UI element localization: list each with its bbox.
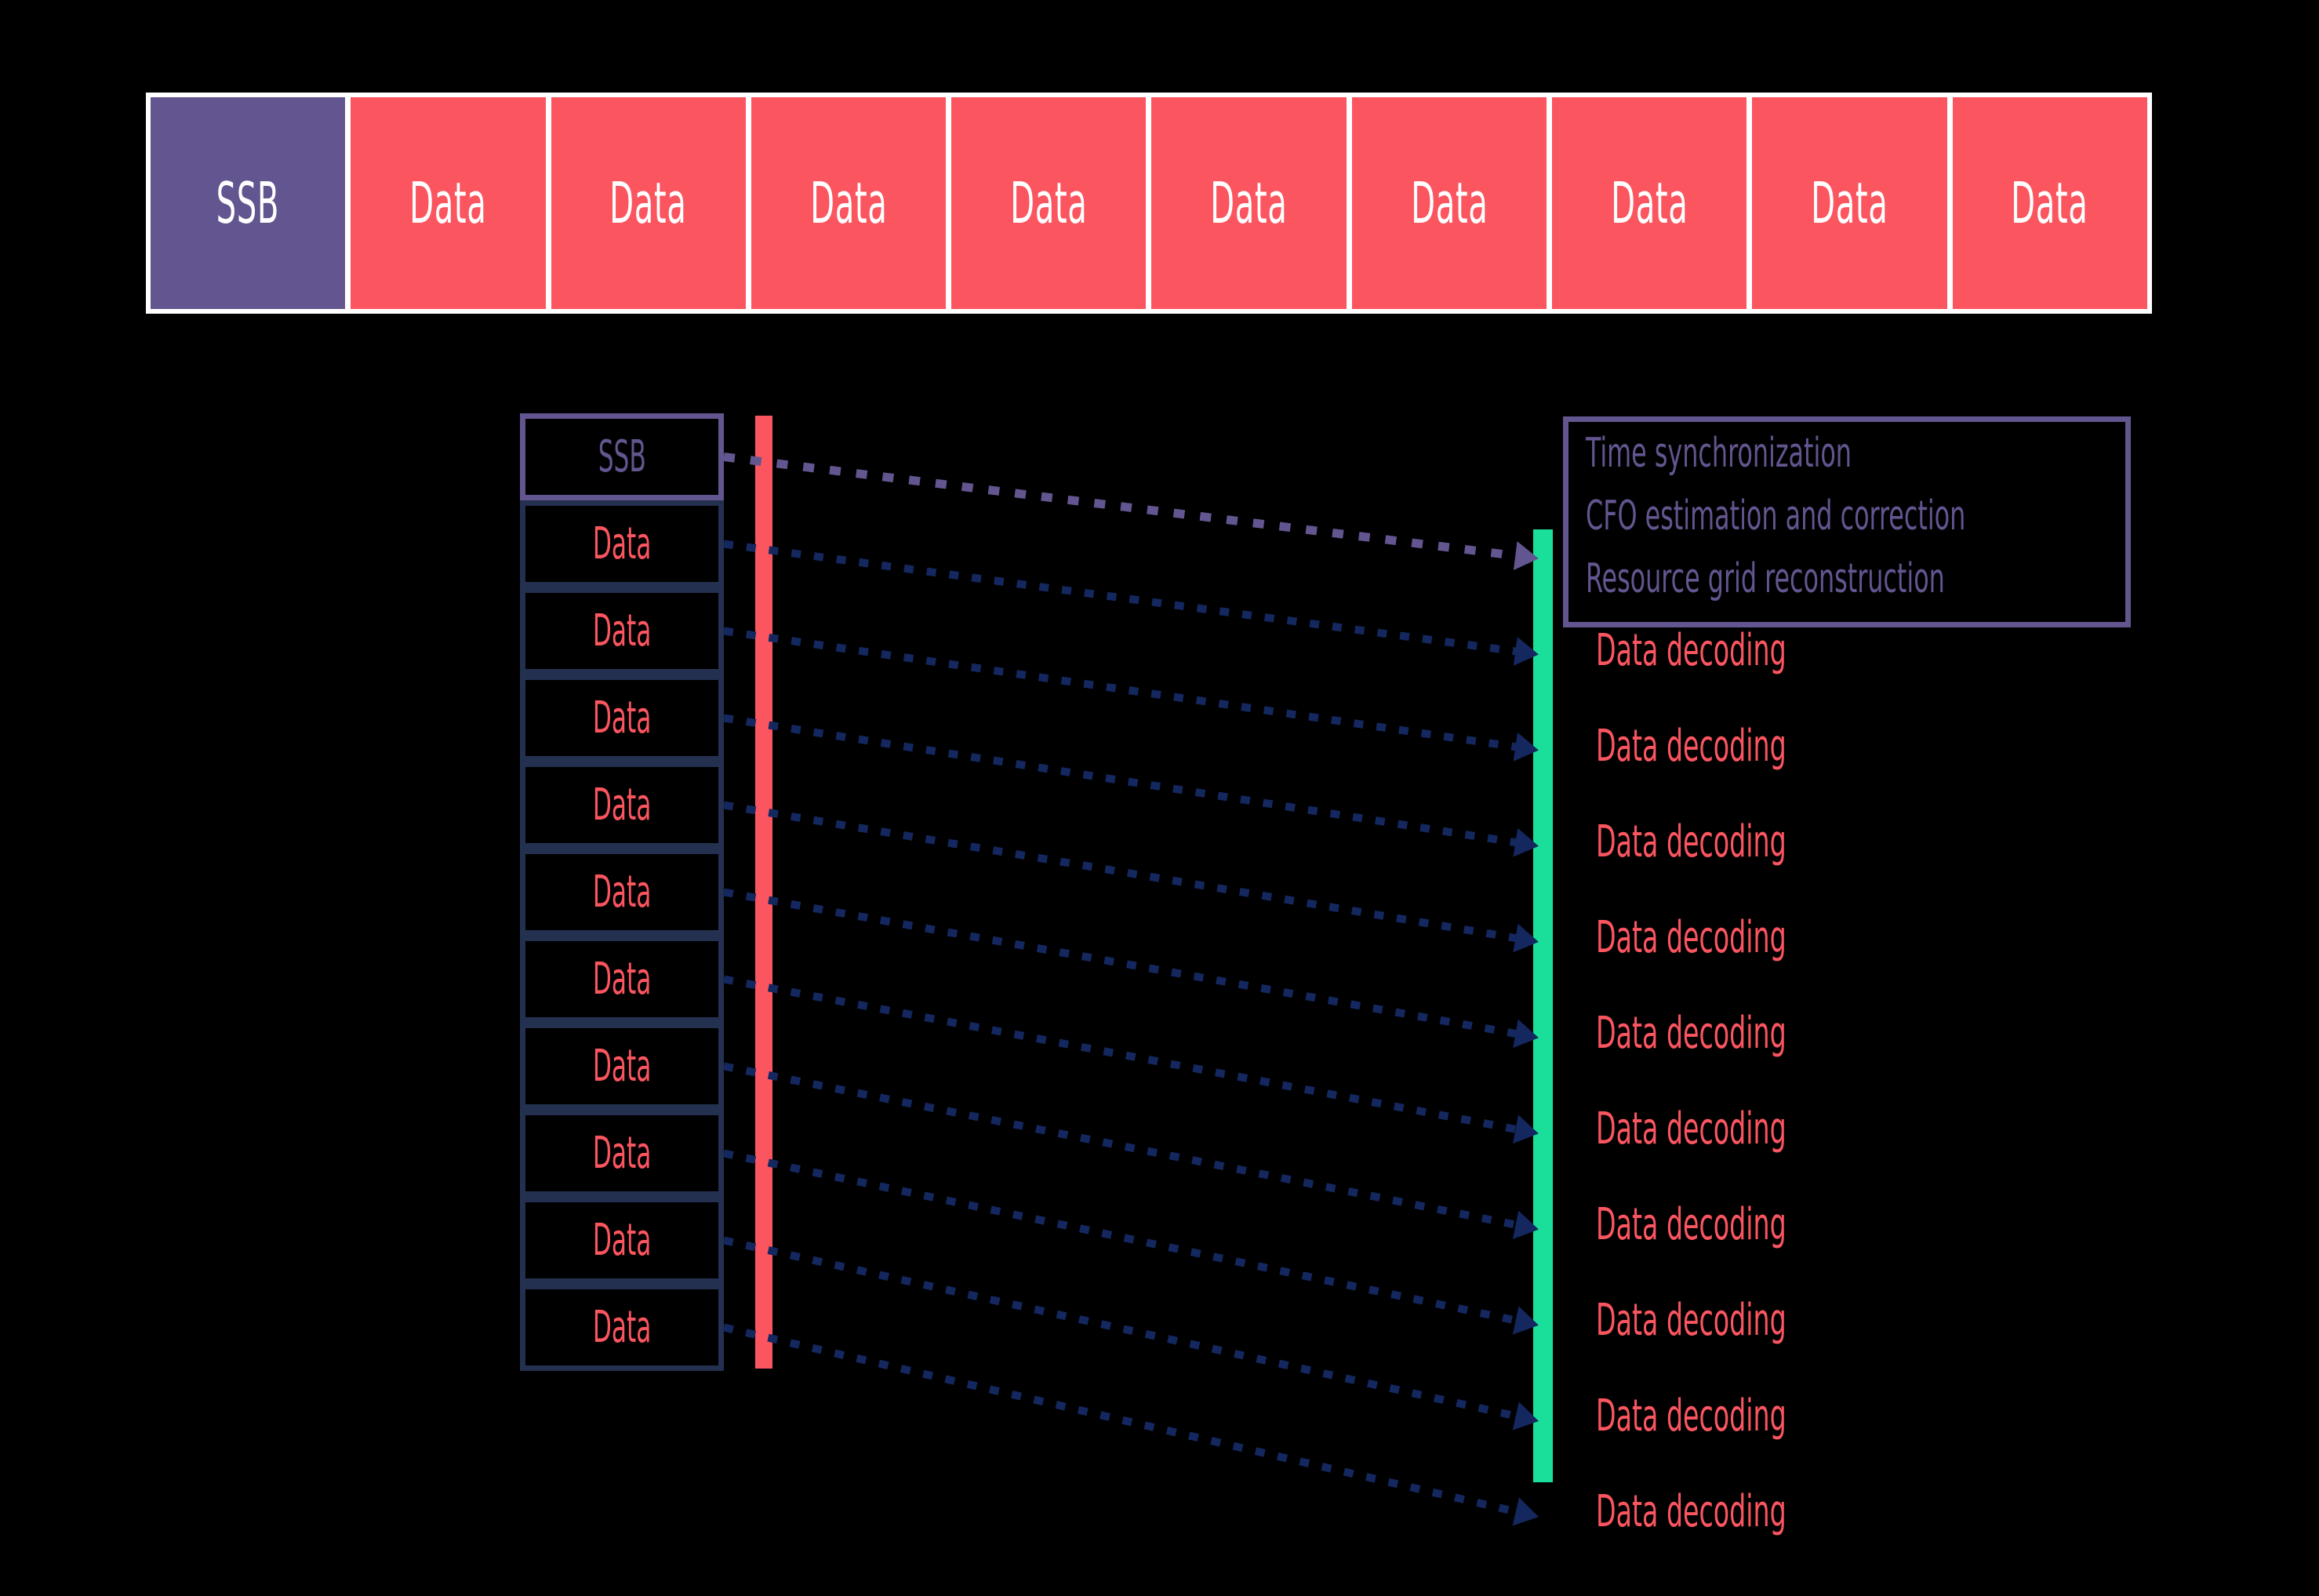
timeline-slot-data-6: Data <box>1351 97 1547 309</box>
data-decoding-label-0: Data decoding <box>1596 625 1787 676</box>
sequence-row-label: Data <box>592 605 652 656</box>
sequence-row-label: Data <box>592 779 652 831</box>
sequence-row-label: Data <box>592 692 652 743</box>
ssb-processing-legend: Time synchronization CFO estimation and c… <box>1563 416 2131 627</box>
sequence-row-data-8: Data <box>520 1110 724 1197</box>
sequence-row-label: Data <box>592 953 652 1005</box>
sequence-row-label: Data <box>592 518 652 569</box>
data-transmission-arrow-9 <box>722 1236 1539 1431</box>
legend-line-2: Resource grid reconstruction <box>1586 555 1945 602</box>
data-decoding-label-6: Data decoding <box>1596 1199 1787 1250</box>
timeline-slot-label: Data <box>1410 170 1488 236</box>
data-transmission-arrow-7 <box>723 1062 1539 1239</box>
sequence-row-data-9: Data <box>520 1197 724 1284</box>
legend-line-0: Time synchronization <box>1586 430 1852 477</box>
sequence-row-data-2: Data <box>520 587 724 674</box>
timeline-slot-data-5: Data <box>1151 97 1347 309</box>
timeline-slot-label: Data <box>1811 170 1888 236</box>
sequence-row-data-7: Data <box>520 1023 724 1110</box>
data-decoding-label-4: Data decoding <box>1596 1008 1787 1059</box>
sequence-row-label: Data <box>592 866 652 918</box>
transmitter-timeline-bar <box>755 416 772 1369</box>
data-decoding-label-7: Data decoding <box>1596 1295 1787 1346</box>
timeline-slot-label: Data <box>609 170 687 236</box>
timeline-slot-ssb-0: SSB <box>151 97 346 309</box>
receiver-timeline-bar <box>1533 529 1553 1482</box>
sequence-row-data-1: Data <box>520 500 724 587</box>
sequence-row-data-6: Data <box>520 936 724 1023</box>
timeline-slot-data-7: Data <box>1552 97 1747 309</box>
timeline-slot-label: Data <box>809 170 888 236</box>
data-decoding-label-3: Data decoding <box>1596 912 1787 963</box>
timeline-slot-data-4: Data <box>951 97 1147 309</box>
arrowhead <box>1512 1497 1539 1526</box>
data-transmission-arrow-10 <box>722 1323 1539 1526</box>
data-transmission-arrow-6 <box>723 975 1539 1144</box>
sequence-row-data-10: Data <box>520 1284 724 1371</box>
data-transmission-arrow-3 <box>723 714 1539 857</box>
sequence-row-label: Data <box>592 1127 652 1179</box>
timeline-slot-label: Data <box>2011 170 2088 236</box>
sequence-row-data-3: Data <box>520 674 724 762</box>
timeline-slot-data-2: Data <box>551 97 746 309</box>
timeline-slot-label: Data <box>1010 170 1088 236</box>
transmit-sequence-column: SSB Data Data Data Data Data Data Data Data Data D… <box>520 413 724 1371</box>
data-transmission-arrow-8 <box>722 1149 1539 1335</box>
timeline-strip: SSB Data Data Data Data Data Data Data Data Data <box>146 93 2152 314</box>
timeline-slot-label: Data <box>409 170 487 236</box>
timeline-slot-data-3: Data <box>751 97 947 309</box>
timeline-slot-label: Data <box>1611 170 1688 236</box>
data-transmission-arrow-2 <box>723 627 1539 762</box>
sequence-row-label: SSB <box>598 431 646 482</box>
data-decoding-label-1: Data decoding <box>1596 721 1787 772</box>
data-decoding-label-5: Data decoding <box>1596 1103 1787 1154</box>
data-transmission-arrow-4 <box>723 801 1539 953</box>
data-decoding-label-2: Data decoding <box>1596 816 1787 867</box>
sequence-row-ssb-0: SSB <box>520 413 724 500</box>
data-transmission-arrow-1 <box>723 540 1539 666</box>
timeline-slot-data-1: Data <box>351 97 546 309</box>
sequence-row-label: Data <box>592 1301 652 1353</box>
sequence-row-label: Data <box>592 1214 652 1266</box>
data-decoding-label-8: Data decoding <box>1596 1391 1787 1441</box>
timeline-slot-label: SSB <box>216 170 280 236</box>
timeline-slot-data-9: Data <box>1952 97 2147 309</box>
data-decoding-label-9: Data decoding <box>1596 1486 1787 1537</box>
data-transmission-arrow-5 <box>723 888 1539 1049</box>
legend-line-1: CFO estimation and correction <box>1586 493 1966 540</box>
ssb-transmission-arrow-0 <box>723 453 1539 570</box>
timeline-slot-label: Data <box>1210 170 1288 236</box>
sequence-row-label: Data <box>592 1040 652 1092</box>
sequence-row-data-5: Data <box>520 849 724 936</box>
timeline-slot-data-8: Data <box>1752 97 1947 309</box>
sequence-row-data-4: Data <box>520 762 724 849</box>
